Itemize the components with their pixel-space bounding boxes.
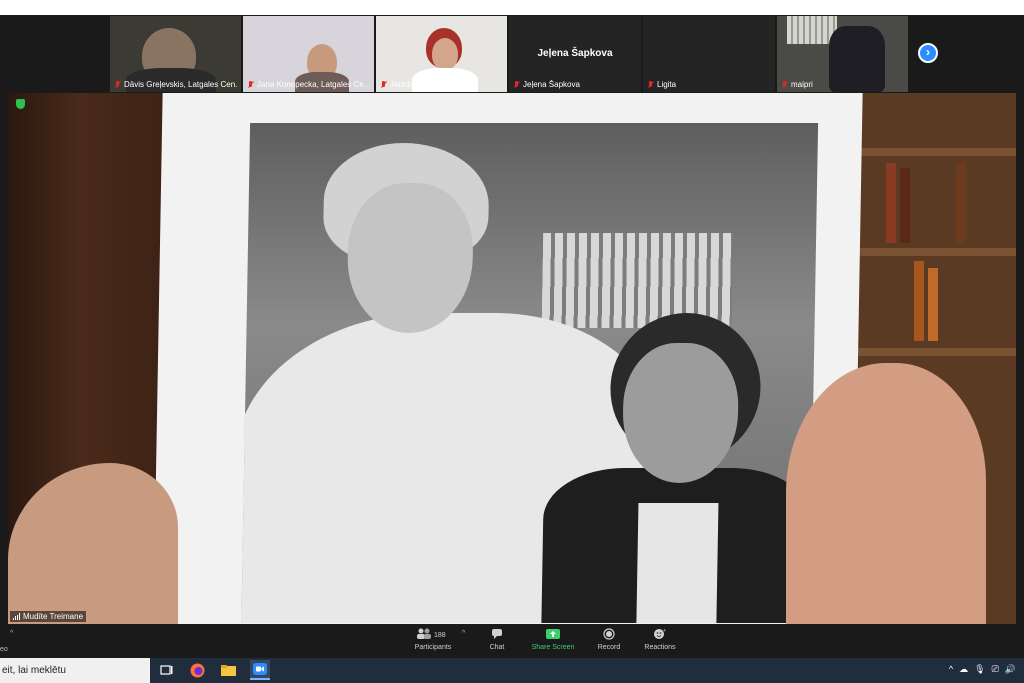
file-explorer-icon[interactable] — [220, 662, 237, 679]
participant-tile[interactable]: Jaunbūves bibliotēka — [376, 16, 507, 92]
participant-tile[interactable]: Jana Konopecka, Latgales Ce... — [243, 16, 374, 92]
black-white-photo — [241, 123, 819, 623]
top-margin — [0, 0, 1024, 15]
mic-muted-icon — [781, 80, 788, 89]
shield-check-icon[interactable] — [16, 99, 25, 109]
participant-name: maipri — [791, 80, 813, 89]
reactions-icon: + — [654, 628, 666, 639]
taskbar-search-box[interactable]: eit, lai meklētu — [0, 658, 150, 683]
active-speaker-video: Mudīte Treimane — [8, 93, 1016, 624]
zoom-meeting-window: Dāvis Greļevskis, Latgales Cen... Jana K… — [0, 15, 1024, 658]
video-label[interactable]: eo — [0, 646, 8, 653]
network-icon[interactable]: ⎚ — [992, 664, 999, 675]
chat-label: Chat — [489, 644, 505, 651]
speaker-name-label: Mudīte Treimane — [10, 611, 87, 622]
participants-icon: 188 — [417, 628, 446, 639]
zoom-app-icon[interactable] — [250, 660, 270, 680]
participant-name: Ligita — [657, 80, 677, 89]
share-screen-button[interactable]: Share Screen — [528, 628, 578, 651]
reactions-label: Reactions — [644, 644, 676, 651]
chevron-right-icon[interactable]: › — [918, 43, 938, 63]
held-photograph — [153, 93, 863, 624]
svg-text:+: + — [663, 628, 666, 634]
participant-display-name: Jeļena Šapkova — [537, 48, 613, 59]
system-tray: ^ ☁ 🎙 ⎚ 🔊 — [949, 664, 1016, 675]
cloud-icon[interactable]: ☁ — [959, 664, 968, 675]
participants-button[interactable]: 188 Participants — [408, 628, 458, 651]
participant-tile[interactable]: maipri — [777, 16, 908, 92]
share-screen-icon — [546, 629, 560, 639]
share-screen-label: Share Screen — [531, 644, 575, 651]
reactions-button[interactable]: + Reactions — [640, 628, 680, 651]
task-view-icon[interactable] — [158, 662, 175, 679]
participant-tile[interactable]: Jeļena Šapkova Jeļena Šapkova — [509, 16, 641, 92]
chat-button[interactable]: Chat — [480, 628, 514, 651]
record-label: Record — [597, 644, 621, 651]
chevron-up-icon[interactable]: ^ — [949, 664, 953, 675]
screen: Dāvis Greļevskis, Latgales Cen... Jana K… — [0, 0, 1024, 683]
hand-right — [786, 363, 986, 624]
participant-name: Dāvis Greļevskis, Latgales Cen... — [124, 80, 237, 89]
chevron-up-icon[interactable]: ^ — [10, 630, 13, 637]
record-button[interactable]: Record — [592, 628, 626, 651]
mic-muted-icon — [247, 80, 254, 89]
participant-strip: Dāvis Greļevskis, Latgales Cen... Jana K… — [0, 15, 1024, 93]
firefox-icon[interactable] — [189, 662, 206, 679]
mic-muted-icon — [380, 80, 387, 89]
mic-muted-icon — [647, 80, 654, 89]
signal-bars-icon — [13, 613, 20, 620]
chat-icon — [492, 629, 502, 639]
record-icon — [603, 628, 615, 640]
participant-name: Jeļena Šapkova — [523, 80, 580, 89]
participants-count: 188 — [434, 632, 446, 639]
meeting-toolbar: ^ eo 188 Participants ^ Chat Share Scree… — [0, 626, 1024, 658]
mic-muted-icon — [114, 80, 121, 89]
mic-muted-icon — [513, 80, 520, 89]
volume-icon[interactable]: 🔊 — [1005, 664, 1016, 675]
chevron-up-icon[interactable]: ^ — [462, 630, 465, 637]
windows-taskbar: eit, lai meklētu ^ ☁ 🎙 ⎚ 🔊 — [0, 658, 1024, 683]
participant-tile[interactable]: Ligita — [643, 16, 775, 92]
participant-name: Jana Konopecka, Latgales Ce... — [257, 80, 370, 89]
microphone-icon[interactable]: 🎙 — [974, 664, 985, 675]
participants-label: Participants — [414, 644, 452, 651]
participant-tile[interactable]: Dāvis Greļevskis, Latgales Cen... — [110, 16, 241, 92]
participant-name: Jaunbūves bibliotēka — [390, 80, 465, 89]
speaker-name: Mudīte Treimane — [23, 612, 84, 621]
